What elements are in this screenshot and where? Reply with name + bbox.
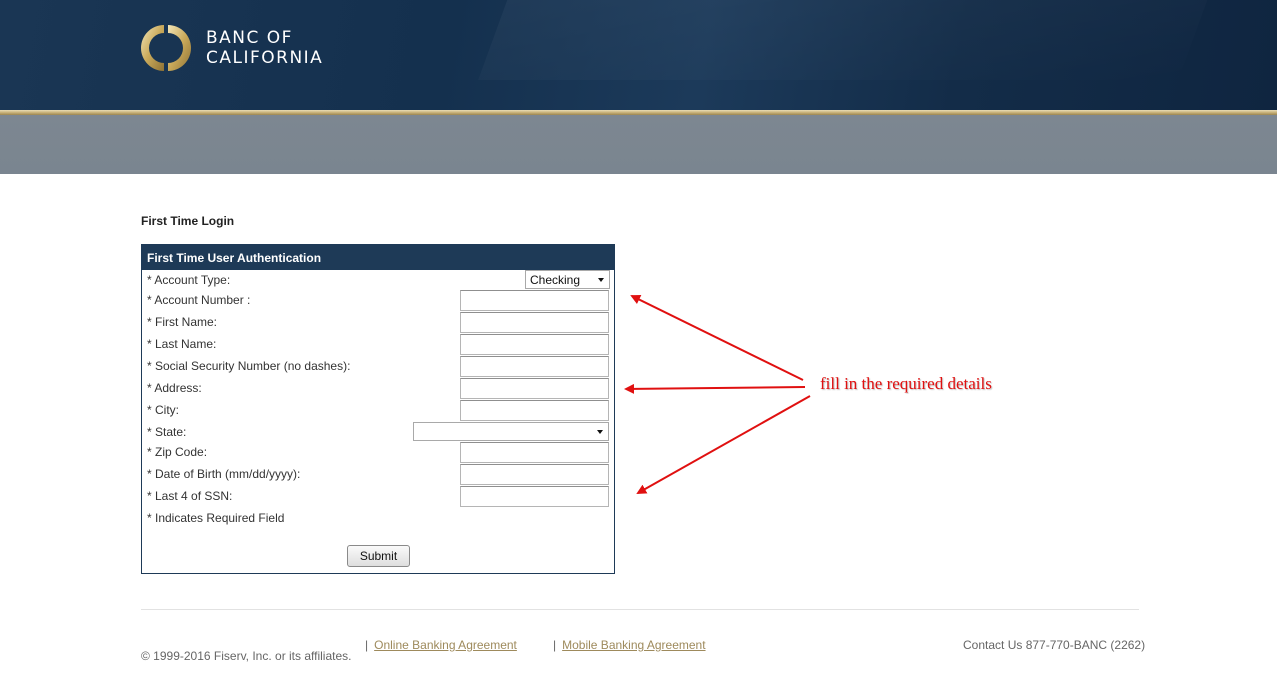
arrow-to-last4-ssn xyxy=(636,395,811,494)
authentication-form: First Time User Authentication * Account… xyxy=(141,244,615,574)
ring-logo-icon xyxy=(141,25,191,71)
contact-us-text: Contact Us 877-770-BANC (2262) xyxy=(963,638,1146,652)
account-type-label: * Account Type: xyxy=(147,273,231,287)
ssn-input[interactable] xyxy=(460,356,609,377)
chevron-down-icon xyxy=(598,278,604,282)
city-label: * City: xyxy=(147,403,180,417)
header-sheen xyxy=(478,0,1222,80)
city-row: * City: xyxy=(147,400,611,422)
copyright-text: © 1999-2016 Fiserv, Inc. or its affiliat… xyxy=(141,649,352,663)
address-input[interactable] xyxy=(460,378,609,399)
footer-separator: | xyxy=(365,638,369,652)
page-title: First Time Login xyxy=(141,214,235,228)
chevron-down-icon xyxy=(597,430,603,434)
footer-divider xyxy=(141,609,1139,610)
account-number-label: * Account Number : xyxy=(147,293,251,307)
state-label: * State: xyxy=(147,425,187,439)
bank-logo[interactable]: BANC OF CALIFORNIA xyxy=(140,22,323,74)
form-header: First Time User Authentication xyxy=(142,245,614,270)
footer-separator: | xyxy=(553,638,557,652)
date-of-birth-row: * Date of Birth (mm/dd/yyyy): xyxy=(147,464,611,486)
last-name-row: * Last Name: xyxy=(147,334,611,356)
last4-ssn-label: * Last 4 of SSN: xyxy=(147,489,233,503)
last-name-input[interactable] xyxy=(460,334,609,355)
arrow-to-account-number xyxy=(630,295,804,381)
annotation-label: fill in the required details xyxy=(820,374,992,393)
header-gray-band xyxy=(0,115,1277,174)
state-select[interactable] xyxy=(413,422,609,441)
ssn-row: * Social Security Number (no dashes): xyxy=(147,356,611,378)
date-of-birth-label: * Date of Birth (mm/dd/yyyy): xyxy=(147,467,301,481)
last4-ssn-input[interactable] xyxy=(460,486,609,507)
bank-name: BANC OF CALIFORNIA xyxy=(206,28,323,68)
date-of-birth-input[interactable] xyxy=(460,464,609,485)
required-field-note: * Indicates Required Field xyxy=(147,511,285,525)
arrow-to-address xyxy=(624,383,806,394)
mobile-banking-agreement-link[interactable]: Mobile Banking Agreement xyxy=(562,638,705,652)
ssn-label: * Social Security Number (no dashes): xyxy=(147,359,351,373)
bank-name-line2: CALIFORNIA xyxy=(206,48,324,68)
first-name-row: * First Name: xyxy=(147,312,611,334)
last-name-label: * Last Name: xyxy=(147,337,217,351)
first-name-input[interactable] xyxy=(460,312,609,333)
zip-code-input[interactable] xyxy=(460,442,609,463)
last4-ssn-row: * Last 4 of SSN: xyxy=(147,486,611,508)
footer-link-mobile-banking: | Mobile Banking Agreement xyxy=(553,638,706,652)
address-row: * Address: xyxy=(147,378,611,400)
account-type-row: * Account Type: Checking xyxy=(147,270,611,292)
zip-code-row: * Zip Code: xyxy=(147,442,611,464)
account-type-select[interactable]: Checking xyxy=(525,270,610,289)
online-banking-agreement-link[interactable]: Online Banking Agreement xyxy=(374,638,517,652)
address-label: * Address: xyxy=(147,381,202,395)
first-name-label: * First Name: xyxy=(147,315,218,329)
account-number-row: * Account Number : xyxy=(147,290,611,312)
bank-name-line1: BANC OF xyxy=(206,28,293,48)
account-number-input[interactable] xyxy=(460,290,609,311)
state-row: * State: xyxy=(147,422,611,444)
account-type-value: Checking xyxy=(530,273,581,287)
submit-button[interactable]: Submit xyxy=(347,545,410,567)
city-input[interactable] xyxy=(460,400,609,421)
zip-code-label: * Zip Code: xyxy=(147,445,208,459)
footer-link-online-banking: | Online Banking Agreement xyxy=(365,638,517,652)
